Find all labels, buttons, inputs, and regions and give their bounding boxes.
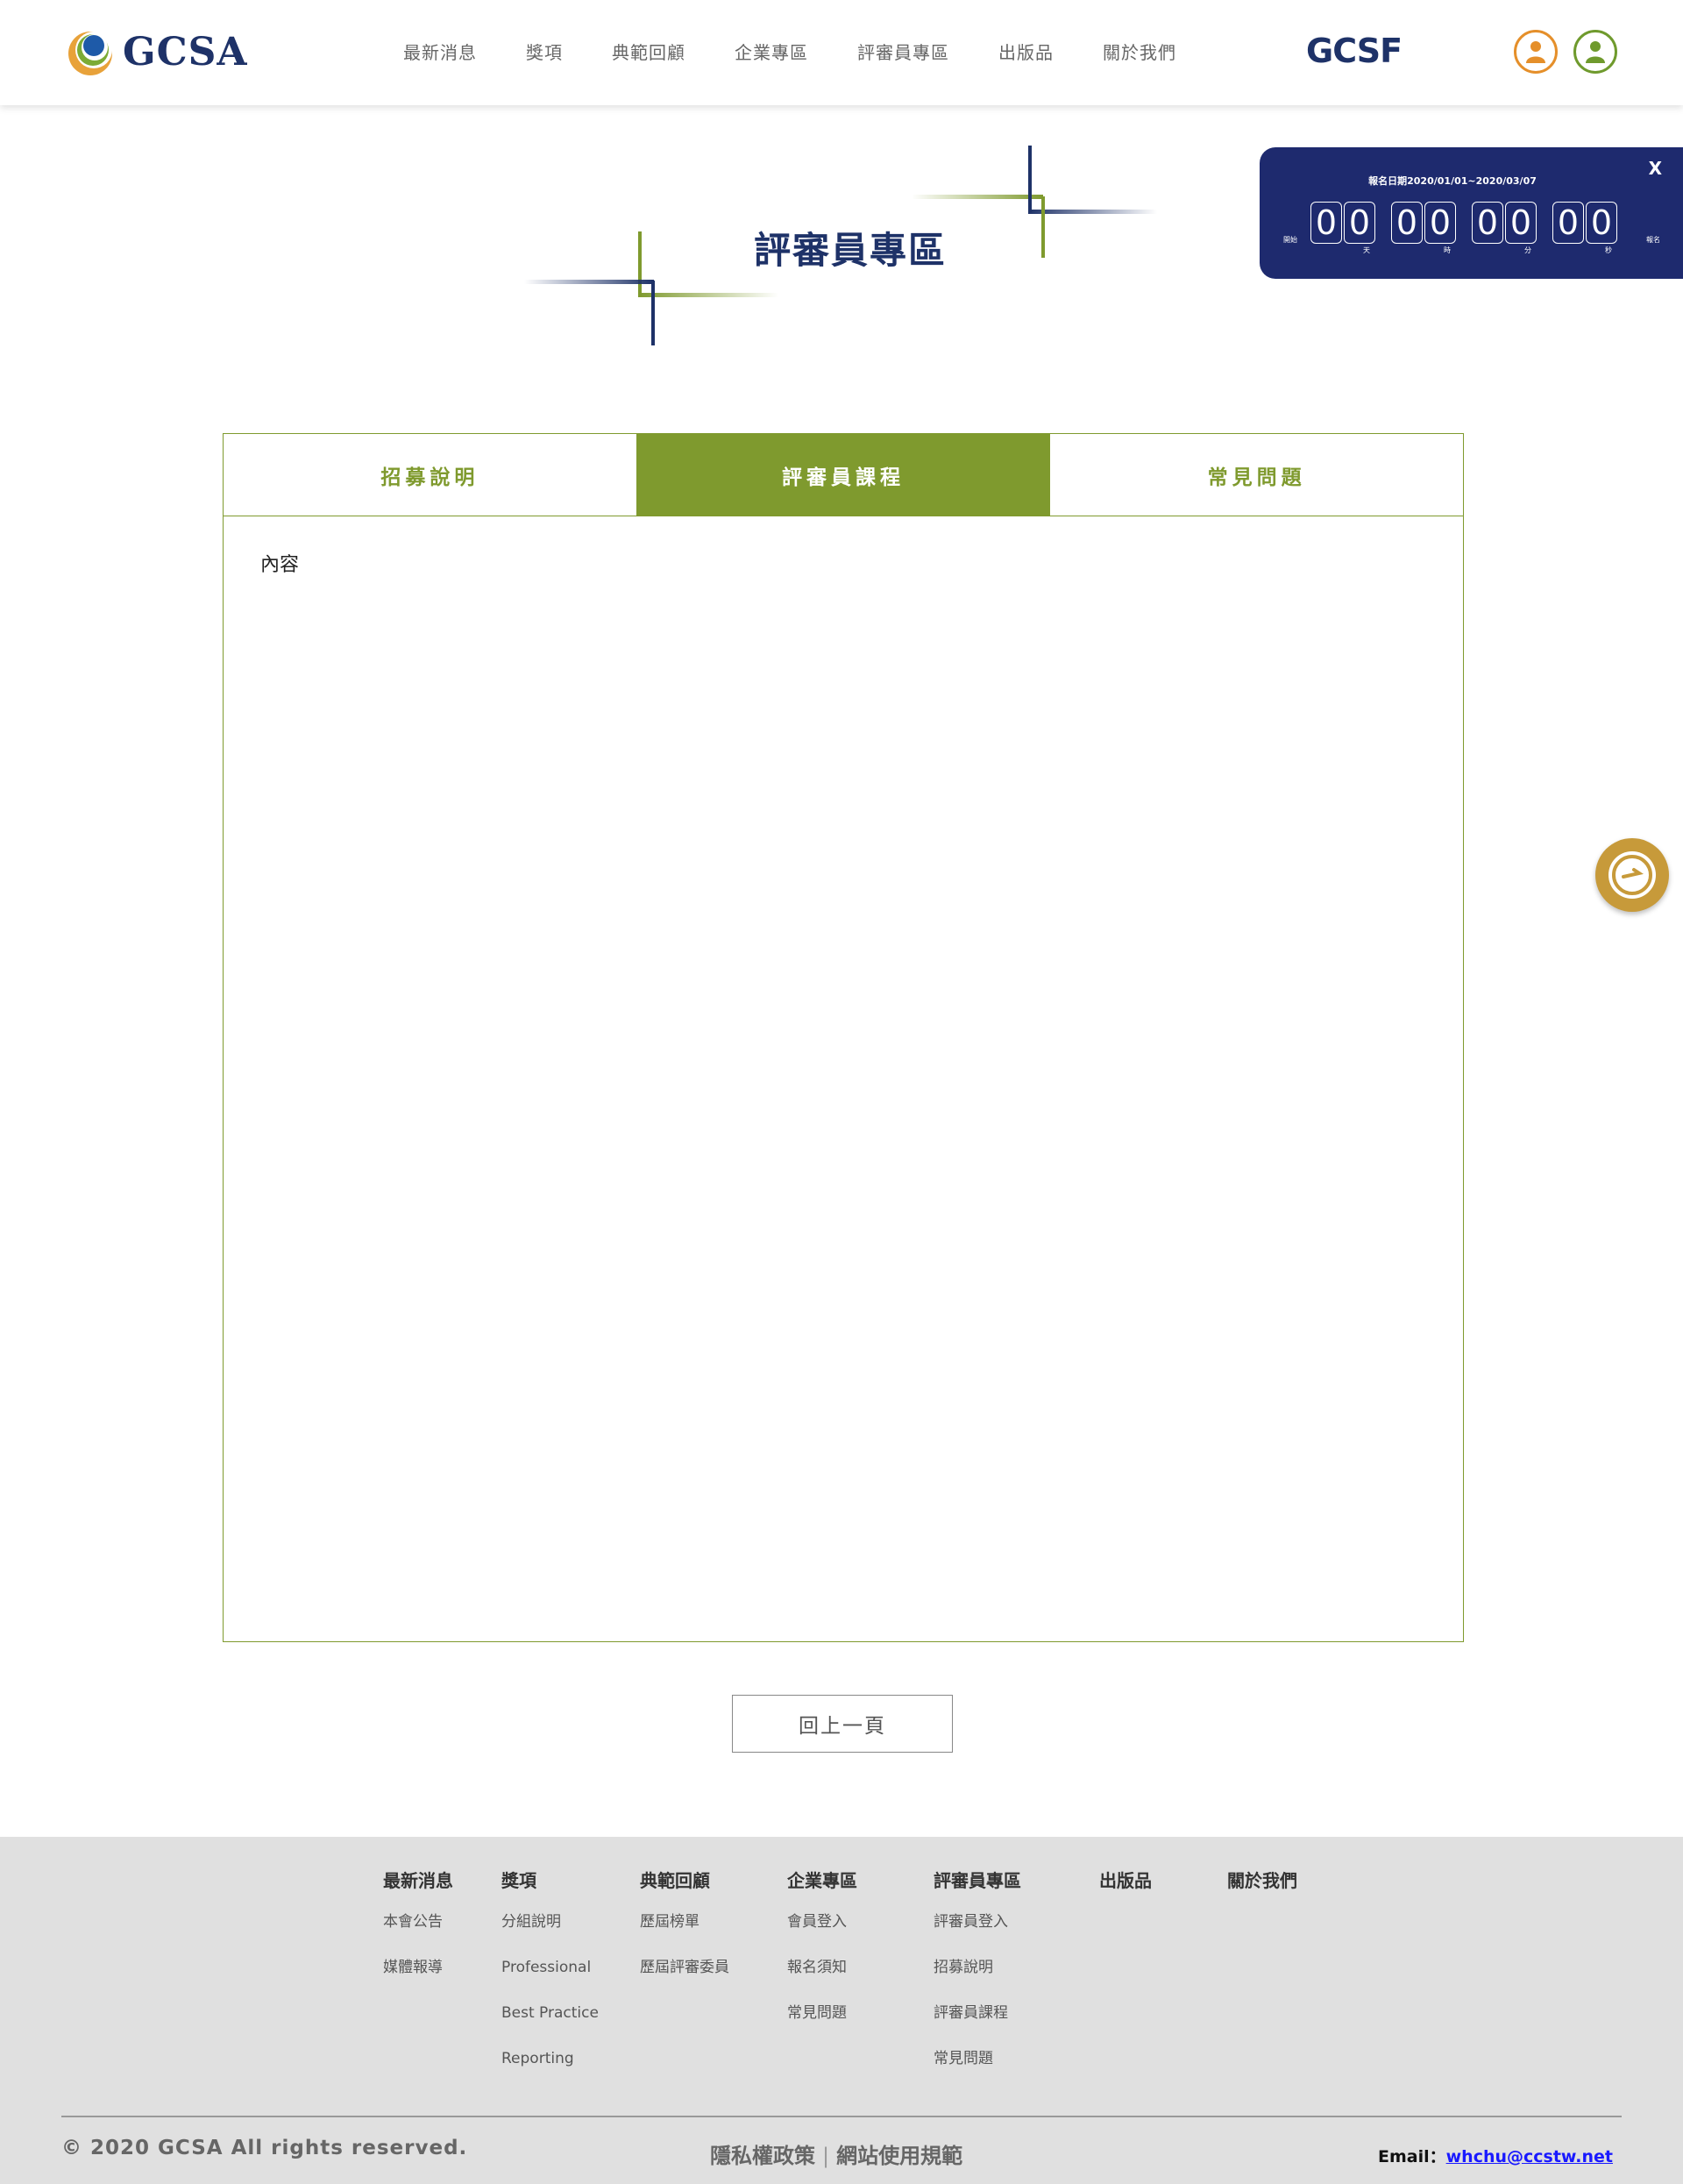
countdown-digit: 0 (1472, 202, 1503, 244)
user-icon (1526, 41, 1545, 63)
nav-item-about[interactable]: 關於我們 (1103, 39, 1176, 64)
floating-action-button[interactable] (1595, 838, 1669, 912)
back-button[interactable]: 回上一頁 (732, 1695, 953, 1753)
gcsf-logo[interactable]: GCSF (1306, 32, 1402, 70)
title-decoration-left (524, 231, 778, 345)
tab-faq[interactable]: 常見問題 (1049, 434, 1464, 516)
site-footer: 最新消息 本會公告 媒體報導 獎項 分組說明 Professional Best… (0, 1837, 1683, 2184)
countdown-digit: 0 (1424, 202, 1456, 244)
footer-heading[interactable]: 獎項 (501, 1867, 599, 1892)
site-logo[interactable]: GCSA (65, 26, 248, 77)
countdown-unit: 秒 (1605, 246, 1612, 254)
footer-link[interactable]: 歷屆評審委員 (640, 1957, 729, 2003)
footer-heading[interactable]: 企業專區 (787, 1867, 857, 1892)
footer-col-about: 關於我們 (1227, 1867, 1297, 1911)
footer-link[interactable]: 歷屆榜單 (640, 1911, 729, 1957)
footer-link[interactable]: 招募說明 (934, 1957, 1021, 2003)
countdown-digit: 0 (1391, 202, 1423, 244)
countdown-title: 報名日期2020/01/01~2020/03/07 (1368, 175, 1537, 187)
copyright-text: © 2020 GCSA All rights reserved. (61, 2137, 468, 2159)
main-nav: 最新消息 獎項 典範回顧 企業專區 評審員專區 出版品 關於我們 (403, 39, 1176, 64)
countdown-end-label: 報名 (1646, 236, 1660, 244)
footer-email: Email：whchu@ccstw.net (1378, 2144, 1613, 2167)
nav-item-enterprise[interactable]: 企業專區 (735, 39, 808, 64)
judge-tabs: 招募說明 評審員課程 常見問題 (223, 433, 1464, 516)
email-label: Email： (1378, 2147, 1446, 2166)
nav-item-review[interactable]: 典範回顧 (612, 39, 685, 64)
footer-link[interactable]: Professional (501, 1957, 599, 2003)
footer-link[interactable]: Reporting (501, 2048, 599, 2094)
countdown-minutes: 0 0 分 (1472, 202, 1537, 255)
judge-login-button[interactable] (1573, 30, 1617, 74)
countdown-unit: 時 (1444, 246, 1451, 254)
countdown-hours: 0 0 時 (1391, 202, 1456, 255)
tab-content-panel: 內容 (223, 516, 1464, 1642)
footer-divider (61, 2116, 1622, 2117)
footer-link[interactable]: Best Practice (501, 2003, 599, 2048)
countdown-close-button[interactable]: X (1649, 158, 1662, 179)
footer-heading[interactable]: 典範回顧 (640, 1867, 729, 1892)
countdown-days: 0 0 天 (1310, 202, 1375, 255)
footer-col-awards: 獎項 分組說明 Professional Best Practice Repor… (501, 1867, 599, 2094)
tab-judge-courses[interactable]: 評審員課程 (636, 434, 1050, 516)
nav-item-judges[interactable]: 評審員專區 (857, 39, 949, 64)
footer-link[interactable]: 評審員課程 (934, 2003, 1021, 2048)
countdown-digit: 0 (1344, 202, 1375, 244)
user-icon (1586, 41, 1605, 63)
footer-heading[interactable]: 關於我們 (1227, 1867, 1297, 1892)
footer-heading[interactable]: 評審員專區 (934, 1867, 1021, 1892)
footer-link[interactable]: 報名須知 (787, 1957, 857, 2003)
terms-link[interactable]: 網站使用規範 (836, 2144, 962, 2168)
countdown-start-label: 開始 (1283, 236, 1297, 244)
footer-link[interactable]: 媒體報導 (383, 1957, 453, 2003)
logo-text: GCSA (123, 29, 248, 75)
content-text: 內容 (260, 554, 300, 576)
footer-heading[interactable]: 出版品 (1099, 1867, 1152, 1892)
countdown-digit: 0 (1310, 202, 1342, 244)
nav-item-news[interactable]: 最新消息 (403, 39, 477, 64)
nav-item-publications[interactable]: 出版品 (998, 39, 1054, 64)
nav-item-awards[interactable]: 獎項 (526, 39, 563, 64)
footer-link[interactable]: 分組說明 (501, 1911, 599, 1957)
countdown-unit: 天 (1363, 246, 1370, 254)
email-link[interactable]: whchu@ccstw.net (1446, 2147, 1613, 2166)
countdown-digit: 0 (1552, 202, 1584, 244)
policy-separator: | (822, 2144, 830, 2168)
site-header: GCSA 最新消息 獎項 典範回顧 企業專區 評審員專區 出版品 關於我們 GC… (0, 0, 1683, 105)
countdown-digits: 0 0 天 0 0 時 0 0 分 0 0 秒 (1310, 202, 1617, 255)
member-login-button[interactable] (1514, 30, 1558, 74)
gcsa-logo-icon (68, 32, 112, 75)
footer-link[interactable]: 會員登入 (787, 1911, 857, 1957)
footer-link[interactable]: 本會公告 (383, 1911, 453, 1957)
countdown-unit: 分 (1524, 246, 1531, 254)
countdown-seconds: 0 0 秒 (1552, 202, 1617, 255)
footer-link[interactable]: 評審員登入 (934, 1911, 1021, 1957)
footer-col-news: 最新消息 本會公告 媒體報導 (383, 1867, 453, 2003)
tab-recruitment[interactable]: 招募說明 (224, 434, 636, 516)
footer-policies: 隱私權政策 | 網站使用規範 (710, 2138, 962, 2169)
footer-heading[interactable]: 最新消息 (383, 1867, 453, 1892)
footer-link[interactable]: 常見問題 (934, 2048, 1021, 2094)
arrow-circle-icon (1608, 851, 1656, 899)
registration-countdown: X 報名日期2020/01/01~2020/03/07 開始 0 0 天 0 0… (1260, 147, 1683, 279)
footer-col-enterprise: 企業專區 會員登入 報名須知 常見問題 (787, 1867, 857, 2048)
footer-col-publications: 出版品 (1099, 1867, 1152, 1911)
countdown-digit: 0 (1505, 202, 1537, 244)
footer-link[interactable]: 常見問題 (787, 2003, 857, 2048)
privacy-policy-link[interactable]: 隱私權政策 (710, 2144, 815, 2168)
footer-col-review: 典範回顧 歷屆榜單 歷屆評審委員 (640, 1867, 729, 2003)
countdown-digit: 0 (1586, 202, 1617, 244)
footer-col-judges: 評審員專區 評審員登入 招募說明 評審員課程 常見問題 (934, 1867, 1021, 2094)
